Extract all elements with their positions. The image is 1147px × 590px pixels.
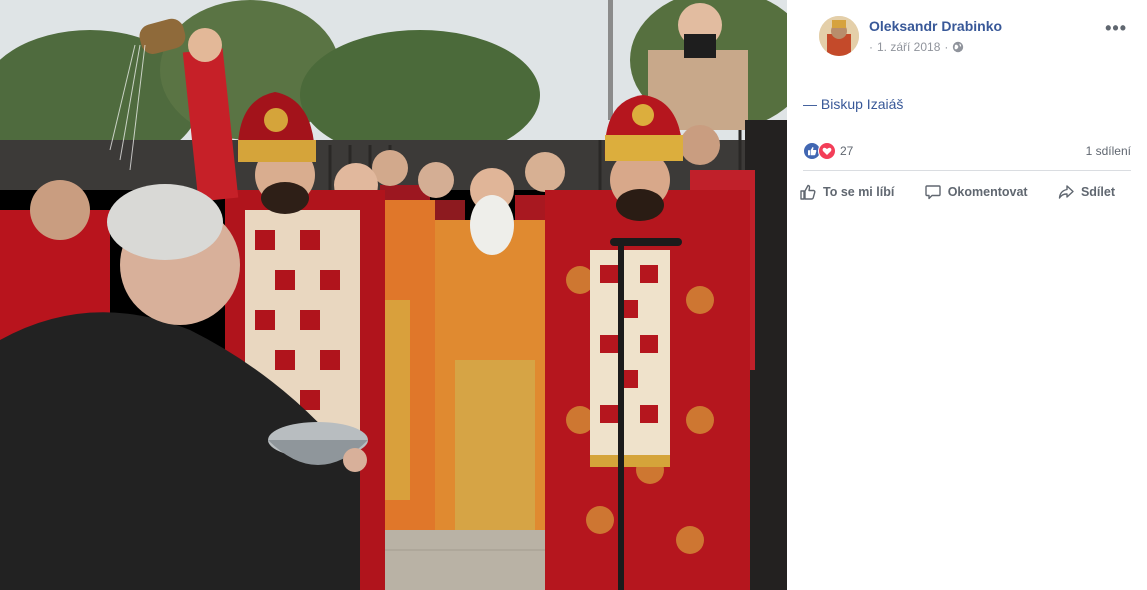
share-button-label: Sdílet (1080, 185, 1115, 199)
post-photo[interactable] (0, 0, 787, 590)
author-name[interactable]: Oleksandr Drabinko (869, 18, 1002, 34)
post-header: Oleksandr Drabinko · 1. září 2018 · ••• (803, 16, 1131, 58)
thumbs-up-icon (800, 184, 816, 200)
stats-divider (803, 170, 1131, 171)
reactions-summary[interactable]: 27 (803, 142, 853, 160)
love-reaction-icon (818, 142, 836, 160)
post-meta: · 1. září 2018 · (869, 40, 964, 54)
share-arrow-icon (1058, 185, 1074, 199)
more-options-icon[interactable]: ••• (1105, 18, 1127, 39)
share-button[interactable]: Sdílet (1055, 183, 1117, 201)
avatar-image (819, 16, 859, 56)
comment-button-label: Okomentovat (947, 185, 1028, 199)
like-button[interactable]: To se mi líbí (797, 183, 896, 201)
reaction-stats: 27 1 sdílení (803, 140, 1131, 162)
comment-button[interactable]: Okomentovat (922, 183, 1030, 201)
separator-dot: · (869, 40, 873, 54)
action-bar: To se mi líbí Okomentovat Sdílet (797, 176, 1117, 208)
liturgy-photo-image (0, 0, 787, 590)
share-count[interactable]: 1 sdílení (1086, 144, 1131, 158)
meta-dot: · (944, 40, 949, 54)
comment-icon (924, 185, 941, 200)
post-date[interactable]: 1. září 2018 (877, 40, 940, 54)
avatar[interactable] (819, 16, 859, 56)
reaction-count[interactable]: 27 (840, 144, 853, 158)
post-panel: Oleksandr Drabinko · 1. září 2018 · ••• … (787, 0, 1147, 590)
post-caption[interactable]: — Biskup Izaiáš (803, 96, 1131, 112)
like-button-label: To se mi líbí (823, 185, 895, 199)
globe-icon[interactable] (952, 41, 964, 53)
